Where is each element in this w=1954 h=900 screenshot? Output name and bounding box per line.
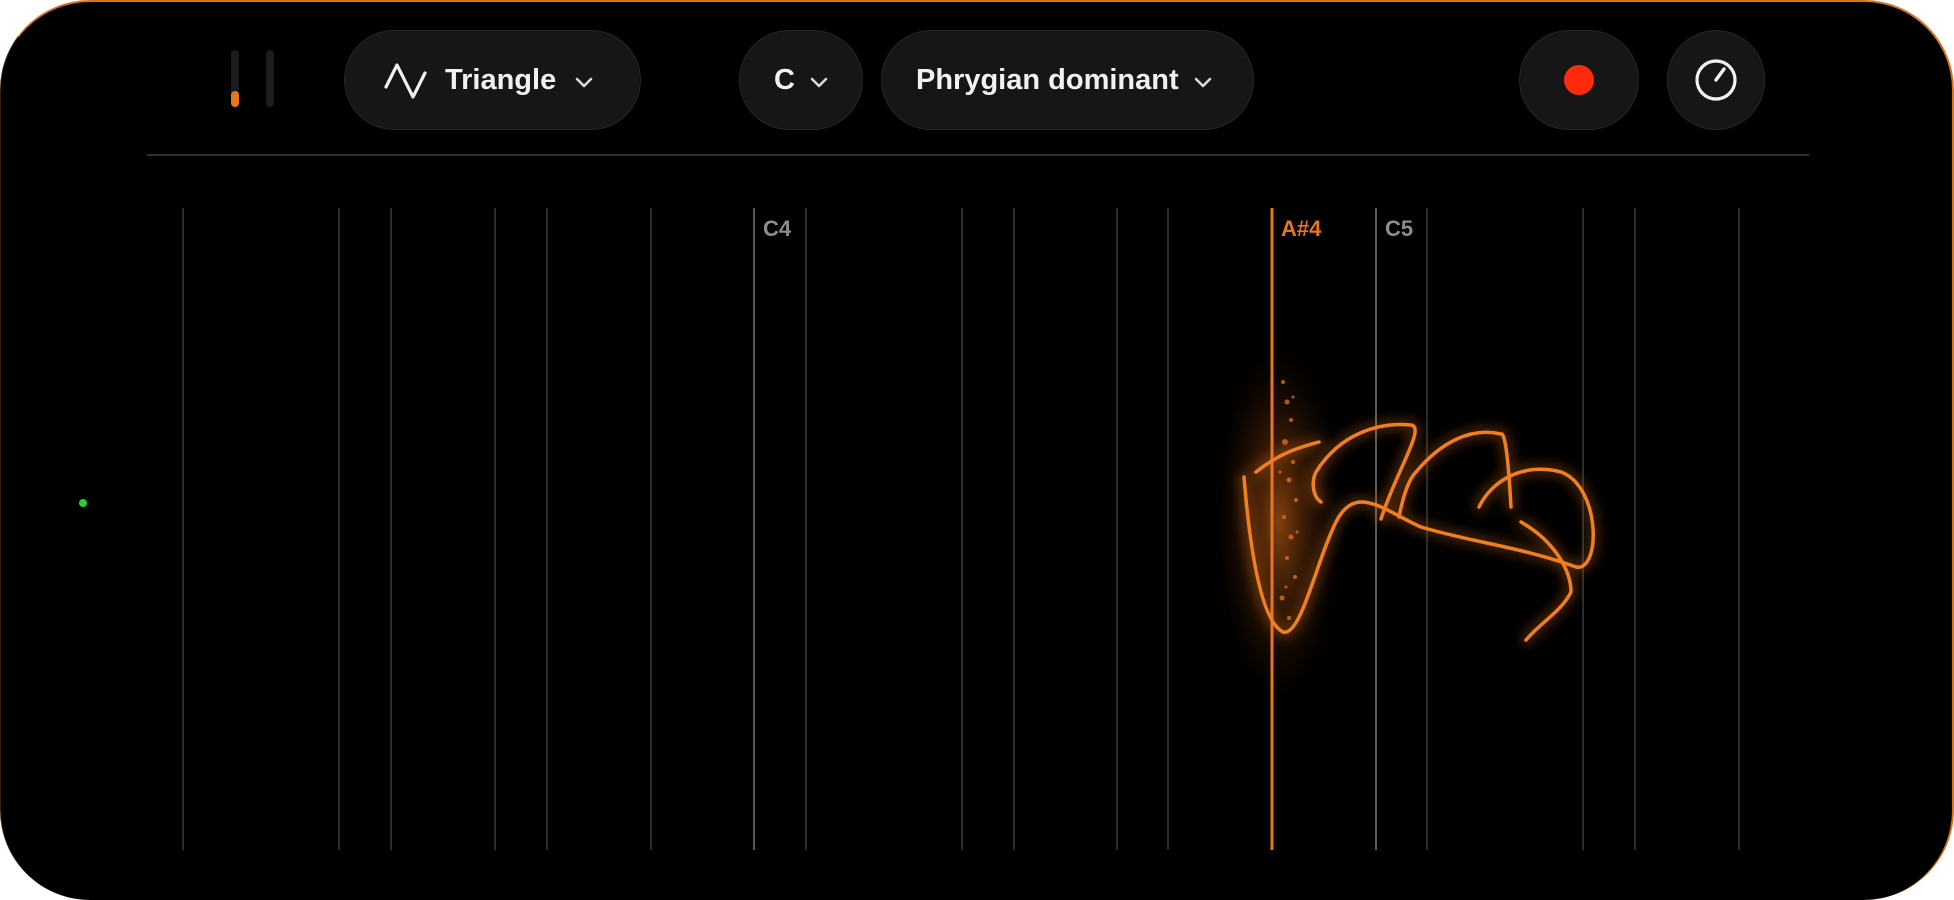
active-note-glow [1209, 322, 1349, 722]
note-label-c4: C4 [763, 216, 792, 241]
note-grid[interactable] [1, 2, 1954, 900]
note-label-c5: C5 [1385, 216, 1414, 241]
app-window: Triangle C Phrygian dominant C4 A#4 C5 [0, 0, 1954, 900]
note-label-a-sharp-4: A#4 [1281, 216, 1322, 241]
